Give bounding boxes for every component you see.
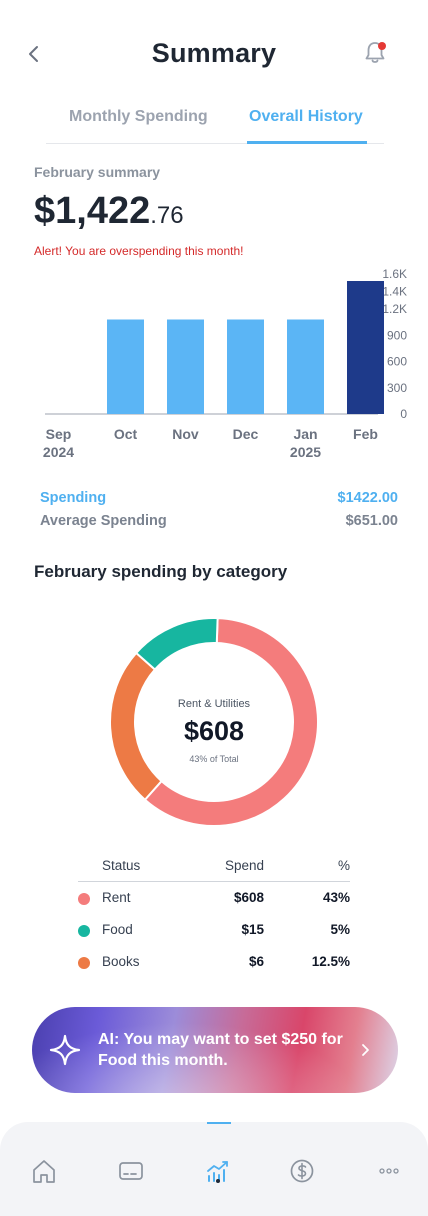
row-spend: $15 — [241, 922, 264, 937]
y-tick-label: 1.6K — [382, 267, 407, 281]
summary-label: February summary — [34, 164, 161, 180]
donut-center-label: Rent & Utilities — [177, 698, 251, 710]
amount-cents: .76 — [150, 202, 184, 229]
sparkle-icon — [49, 1034, 81, 1066]
spending-bar-chart: 0 300 600 900 1.2K 1.4K 1.6K Sep 2024 Oct Nov Dec Ja… — [43, 267, 407, 460]
x-tick-label: Feb — [353, 426, 378, 442]
header-spend: Spend — [224, 858, 264, 873]
spending-label: Spending — [40, 490, 107, 506]
nav-active-indicator — [207, 1122, 231, 1124]
donut-center-value: $608 — [183, 716, 245, 746]
bar[interactable] — [287, 319, 324, 415]
card-icon[interactable] — [116, 1156, 146, 1186]
bar[interactable] — [107, 319, 144, 415]
tab-bar: Monthly Spending Overall History — [46, 100, 384, 144]
home-icon[interactable] — [29, 1156, 59, 1186]
more-icon[interactable] — [374, 1156, 404, 1186]
rent-color-dot — [78, 893, 90, 905]
notification-dot — [378, 42, 386, 50]
row-name: Rent — [102, 890, 131, 905]
header-percent: % — [337, 858, 350, 873]
overspending-alert: Alert! You are overspending this month! — [34, 244, 244, 258]
table-row: Rent $608 43% — [78, 882, 350, 914]
bar[interactable] — [347, 281, 384, 414]
amount-dollars: $1,422 — [34, 190, 151, 232]
books-color-dot — [78, 957, 90, 969]
row-percent: 43% — [322, 890, 350, 905]
category-title: February spending by category — [34, 562, 288, 581]
tab-monthly-spending[interactable]: Monthly Spending — [69, 108, 208, 126]
table-row: Food $15 5% — [78, 914, 350, 946]
donut-center: Rent & Utilities $608 43% of Total — [108, 616, 320, 828]
header-status: Status — [102, 858, 141, 873]
spending-stats: Spending $1422.00 Average Spending $651.… — [40, 490, 398, 536]
y-tick-label: 1.2K — [382, 302, 407, 316]
row-percent: 5% — [330, 922, 350, 937]
x-tick-label: Sep 2024 — [43, 426, 74, 460]
bar[interactable] — [167, 319, 204, 415]
dollar-icon[interactable] — [287, 1156, 317, 1186]
x-tick-label: Oct — [114, 426, 138, 442]
y-tick-label: 600 — [387, 355, 407, 369]
y-tick-label: 0 — [400, 407, 407, 421]
average-spending-value: $651.00 — [345, 513, 398, 529]
x-tick-label: Nov — [172, 426, 199, 442]
y-tick-label: 900 — [387, 328, 407, 342]
total-amount: $1,422.76 — [34, 190, 184, 233]
donut-center-subtext: 43% of Total — [189, 754, 239, 764]
tab-overall-history[interactable]: Overall History — [249, 108, 363, 126]
food-color-dot — [78, 925, 90, 937]
row-percent: 12.5% — [311, 954, 350, 969]
average-spending-label: Average Spending — [40, 513, 167, 529]
row-name: Books — [102, 954, 140, 969]
table-row: Books $6 12.5% — [78, 946, 350, 978]
ai-suggestion-text: AI: You may want to set $250 for Food th… — [98, 1031, 343, 1069]
y-tick-label: 300 — [387, 381, 407, 395]
bell-icon[interactable] — [360, 38, 390, 68]
row-spend: $6 — [248, 954, 264, 969]
spending-row: Spending $1422.00 — [40, 490, 398, 513]
y-tick-label: 1.4K — [382, 285, 407, 299]
header: Summary — [0, 0, 428, 100]
chevron-right-icon — [362, 1044, 369, 1056]
bar[interactable] — [227, 319, 264, 415]
table-header: Status Spend % — [78, 850, 350, 882]
active-tab-indicator — [247, 141, 367, 144]
category-table: Status Spend % Rent $608 43% Food $15 5%… — [78, 850, 350, 978]
bottom-navigation — [0, 1122, 428, 1216]
row-spend: $608 — [233, 890, 264, 905]
x-tick-label: Jan 2025 — [290, 426, 321, 460]
spending-value: $1422.00 — [337, 490, 398, 506]
row-name: Food — [102, 922, 133, 937]
x-tick-label: Dec — [233, 426, 259, 442]
ai-suggestion-banner[interactable]: AI: You may want to set $250 for Food th… — [32, 1007, 398, 1093]
average-spending-row: Average Spending $651.00 — [40, 513, 398, 536]
nav-active-dot — [216, 1179, 220, 1183]
